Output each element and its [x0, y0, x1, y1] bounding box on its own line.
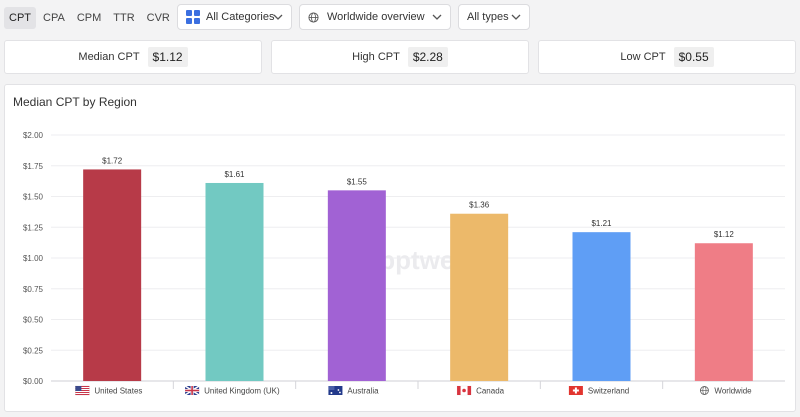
ch-flag-cross: [572, 389, 579, 392]
ca-flag-leaf: [462, 388, 466, 393]
metric-tabs: CPT CPA CPM TTR CVR: [4, 5, 177, 31]
y-tick-label: $0.25: [23, 346, 44, 355]
us-flag-canton: [75, 386, 82, 391]
chevron-down-icon: [273, 14, 283, 20]
bar-united-states: [83, 169, 142, 381]
ca-flag-band: [467, 386, 472, 395]
tab-ttr[interactable]: TTR: [108, 7, 139, 29]
median-cpt-label: Median CPT: [78, 51, 140, 63]
x-tick-label: Canada: [476, 387, 505, 396]
data-label: $1.72: [102, 156, 123, 165]
y-tick-label: $0.75: [23, 285, 44, 294]
au-flag-canton: [328, 386, 335, 390]
data-label: $1.21: [591, 219, 612, 228]
x-tick-label: United Kingdom (UK): [204, 387, 280, 396]
category-dropdown[interactable]: All Categories: [177, 4, 292, 30]
chevron-down-icon: [432, 14, 442, 20]
type-dropdown-label: All types: [467, 11, 509, 23]
data-label: $1.12: [714, 230, 735, 239]
y-tick-label: $2.00: [23, 131, 44, 140]
tab-cvr[interactable]: CVR: [142, 7, 175, 29]
median-cpt-card: Median CPT $1.12: [4, 40, 262, 74]
bar-canada: [450, 213, 509, 381]
low-cpt-value: $0.55: [673, 47, 714, 67]
bar-chart: apptweak$0.00$0.25$0.50$0.75$1.00$1.25$1…: [23, 131, 785, 396]
data-label: $1.55: [347, 177, 368, 186]
y-tick-label: $1.50: [23, 193, 44, 202]
au-flag-star: [330, 392, 333, 394]
au-flag-star: [337, 389, 340, 391]
y-tick-label: $1.25: [23, 223, 44, 232]
ca-flag-band: [457, 386, 461, 395]
data-label: $1.61: [224, 170, 245, 179]
category-grid-icon: [186, 10, 200, 24]
region-dropdown-label: Worldwide overview: [327, 11, 425, 23]
au-flag-star: [339, 391, 341, 394]
chevron-down-icon: [511, 14, 521, 20]
low-cpt-label: Low CPT: [620, 51, 666, 63]
category-dropdown-label: All Categories: [206, 11, 275, 23]
median-cpt-value: $1.12: [147, 47, 188, 67]
bar-switzerland: [572, 232, 631, 381]
high-cpt-value: $2.28: [407, 47, 448, 67]
region-dropdown[interactable]: Worldwide overview: [299, 4, 451, 30]
high-cpt-label: High CPT: [352, 51, 400, 63]
data-label: $1.36: [469, 201, 490, 210]
low-cpt-card: Low CPT $0.55: [538, 40, 796, 74]
high-cpt-card: High CPT $2.28: [271, 40, 529, 74]
tab-cpa[interactable]: CPA: [38, 7, 70, 29]
globe-icon: [308, 11, 319, 23]
x-tick-label: United States: [94, 387, 142, 396]
y-tick-label: $0.50: [23, 316, 44, 325]
x-tick-label: Australia: [347, 387, 379, 396]
us-flag-stripe: [75, 392, 90, 393]
y-tick-label: $1.00: [23, 254, 44, 263]
uk-flag-cross-red: [185, 389, 200, 392]
y-tick-label: $1.75: [23, 162, 44, 171]
toolbar: CPT CPA CPM TTR CVR: [4, 4, 177, 32]
tab-cpt[interactable]: CPT: [4, 7, 36, 29]
type-dropdown[interactable]: All types: [458, 4, 530, 30]
us-flag-stripe: [75, 394, 90, 395]
chart-panel: Median CPT by Region apptweak $0.00 $0.25 $…: [4, 84, 796, 412]
x-tick-label: Worldwide: [714, 387, 752, 396]
bar-australia: [327, 190, 386, 381]
x-tick-label: Switzerland: [588, 387, 629, 396]
bar-worldwide: [694, 243, 753, 381]
y-tick-label: $0.00: [23, 377, 44, 386]
bar-united-kingdom-uk-: [205, 182, 264, 381]
tab-cpm[interactable]: CPM: [72, 7, 106, 29]
